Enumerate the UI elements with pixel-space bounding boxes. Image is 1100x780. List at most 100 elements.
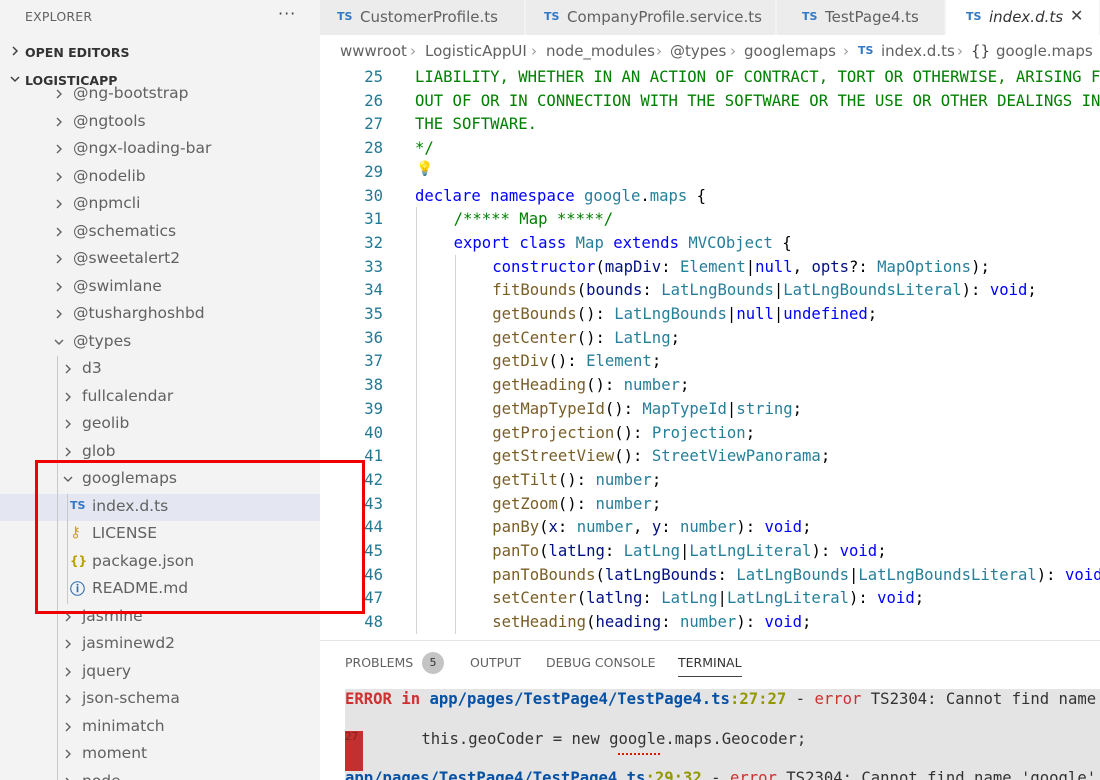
tab-customer-profile[interactable]: TS CustomerProfile.ts <box>320 0 525 35</box>
code-line[interactable]: 37 getDiv(): Element; <box>320 349 1100 373</box>
code-line[interactable]: 25 LIABILITY, WHETHER IN AN ACTION OF CON… <box>320 65 1100 89</box>
tab-index-d-ts[interactable]: TS index.d.ts ✕ <box>946 0 1100 35</box>
code-token: LatLngBoundsLiteral <box>783 281 962 300</box>
code-line[interactable]: 35 getBounds(): LatLngBounds|null|undefin… <box>320 302 1100 326</box>
chevron-right-icon: › <box>656 42 662 60</box>
chevron-right-icon <box>65 777 70 780</box>
chevron-right-icon: › <box>730 42 736 60</box>
code-line[interactable]: 29 💡 <box>320 160 1100 184</box>
line-number: 34 <box>364 281 383 300</box>
code-line[interactable]: 32 export class Map extends MVCObject { <box>320 231 1100 255</box>
breadcrumb-item[interactable]: LogisticAppUI <box>425 42 527 60</box>
breadcrumb-item[interactable]: node_modules <box>546 42 655 60</box>
explorer-sidebar: EXPLORER ··· OPEN EDITORS LOGISTICAPP @n… <box>0 0 320 780</box>
code-token: ; <box>802 518 812 537</box>
tree-folder-row[interactable]: json-schema <box>0 686 320 713</box>
code-token: Projection <box>651 423 746 442</box>
code-token: number <box>680 518 737 537</box>
code-editor[interactable]: 25 LIABILITY, WHETHER IN AN ACTION OF CON… <box>320 65 1100 640</box>
code-line[interactable]: 38 getHeading(): number; <box>320 373 1100 397</box>
code-line[interactable]: 44 panBy(x: number, y: number): void; <box>320 515 1100 539</box>
code-line[interactable]: 26 OUT OF OR IN CONNECTION WITH THE SOFTW… <box>320 89 1100 113</box>
code-token: ; <box>745 423 756 442</box>
code-line[interactable]: 41 getStreetView(): StreetViewPanorama; <box>320 444 1100 468</box>
lightbulb-icon[interactable]: 💡 <box>416 161 433 177</box>
code-token: ; <box>651 352 662 371</box>
code-token: getStreetView <box>492 447 615 466</box>
tree-folder-row[interactable]: node <box>0 769 320 780</box>
code-token: ( <box>539 518 549 537</box>
tree-folder-row[interactable]: @ng-bootstrap <box>0 82 320 108</box>
tree-folder-row[interactable]: @sweetalert2 <box>0 246 320 273</box>
code-token: | <box>848 565 859 584</box>
chevron-right-icon <box>56 199 62 209</box>
code-token: ); <box>971 257 990 276</box>
tree-folder-row[interactable]: jquery <box>0 659 320 686</box>
gutter-line-number: 27 <box>345 730 359 743</box>
code-line[interactable]: 42 getTilt(): number; <box>320 468 1100 492</box>
open-editors-section[interactable]: OPEN EDITORS <box>0 41 320 63</box>
tree-folder-row[interactable]: @ngx-loading-bar <box>0 136 320 163</box>
code-token: ( <box>576 281 587 300</box>
tab-problems[interactable]: PROBLEMS <box>345 655 413 670</box>
code-line[interactable]: 40 getProjection(): Projection; <box>320 421 1100 445</box>
breadcrumb-item[interactable]: wwwroot <box>340 42 407 60</box>
error-squiggle <box>618 751 660 755</box>
code-line[interactable]: 45 panTo(latLng: LatLng|LatLngLiteral): v… <box>320 539 1100 563</box>
code-token: string <box>736 399 793 418</box>
tree-folder-row[interactable]: @swimlane <box>0 274 320 301</box>
code-token: void <box>989 281 1028 300</box>
tab-output[interactable]: OUTPUT <box>470 655 521 670</box>
close-icon[interactable]: ✕ <box>1070 6 1083 25</box>
code-line[interactable]: 31 /***** Map *****/ <box>320 207 1100 231</box>
tree-folder-row[interactable]: @schematics <box>0 219 320 246</box>
code-token: fitBounds <box>492 281 577 300</box>
code-line[interactable]: 48 setHeading(heading: number): void; <box>320 610 1100 634</box>
code-line[interactable]: 30 declare namespace google.maps { <box>320 184 1100 208</box>
tree-folder-row[interactable]: minimatch <box>0 714 320 741</box>
breadcrumb-item[interactable]: @types <box>670 42 726 60</box>
code-line[interactable]: 39 getMapTypeId(): MapTypeId|string; <box>320 397 1100 421</box>
code-line[interactable]: 33 constructor(mapDiv: Element|null, opts… <box>320 255 1100 279</box>
code-line[interactable]: 43 getZoom(): number; <box>320 492 1100 516</box>
code-token: setCenter <box>492 589 577 608</box>
code-token: : <box>642 281 662 300</box>
code-line[interactable]: 27 THE SOFTWARE. <box>320 112 1100 136</box>
tree-folder-row[interactable]: @types <box>0 329 320 356</box>
chevron-right-icon: › <box>957 42 963 60</box>
code-token: (): <box>576 328 615 347</box>
tree-folder-row[interactable]: d3 <box>0 356 320 383</box>
code-token: : <box>642 589 662 608</box>
code-line[interactable]: 47 setCenter(latlng: LatLng|LatLngLiteral… <box>320 586 1100 610</box>
line-number: 35 <box>364 305 383 323</box>
tree-folder-row[interactable]: @ngtools <box>0 109 320 136</box>
error-path[interactable]: app/pages/TestPage4/TestPage4.ts <box>345 769 645 780</box>
code-token: ): <box>736 518 765 537</box>
terminal-output[interactable]: ERROR in app/pages/TestPage4/TestPage4.t… <box>345 689 1100 780</box>
code-line[interactable]: 34 fitBounds(bounds: LatLngBounds|LatLngB… <box>320 278 1100 302</box>
breadcrumb-item[interactable]: google.maps <box>996 42 1093 60</box>
error-path[interactable]: app/pages/TestPage4/TestPage4.ts <box>430 690 730 708</box>
code-token: void <box>764 518 803 537</box>
code-line[interactable]: 36 getCenter(): LatLng; <box>320 326 1100 350</box>
tree-folder-row[interactable]: fullcalendar <box>0 384 320 411</box>
chevron-right-icon <box>56 282 62 291</box>
tree-folder-row[interactable]: @nodelib <box>0 164 320 191</box>
tree-folder-row[interactable]: @tusharghoshbd <box>0 301 320 328</box>
line-number: 25 <box>364 68 383 86</box>
breadcrumb-item[interactable]: index.d.ts <box>881 42 955 60</box>
tab-testpage4[interactable]: TS TestPage4.ts <box>777 0 945 35</box>
tree-folder-row[interactable]: moment <box>0 741 320 768</box>
breadcrumb-item[interactable]: googlemaps <box>744 42 836 60</box>
more-actions-icon[interactable]: ··· <box>278 4 296 23</box>
code-token: ; <box>867 305 878 323</box>
code-line[interactable]: 28 */ <box>320 136 1100 160</box>
tab-debug-console[interactable]: DEBUG CONSOLE <box>546 655 655 670</box>
code-line[interactable]: 46 panToBounds(latLngBounds: LatLngBounds… <box>320 563 1100 587</box>
tree-folder-row[interactable]: geolib <box>0 411 320 438</box>
tree-folder-row[interactable]: @npmcli <box>0 191 320 218</box>
tree-item-label: @sweetalert2 <box>73 249 181 267</box>
tab-terminal[interactable]: TERMINAL <box>678 655 742 677</box>
tab-company-profile-service[interactable]: TS CompanyProfile.service.ts <box>526 0 776 35</box>
tree-folder-row[interactable]: jasminewd2 <box>0 631 320 658</box>
